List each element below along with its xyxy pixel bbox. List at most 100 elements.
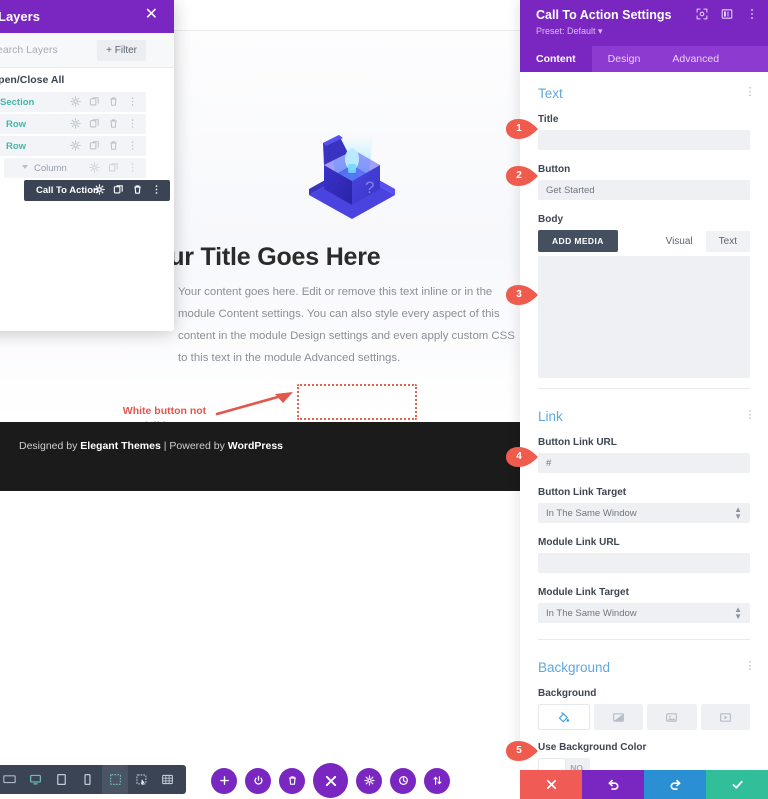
trash-icon[interactable] bbox=[108, 95, 119, 108]
power-icon[interactable] bbox=[245, 767, 271, 794]
button-link-url-label: Button Link URL bbox=[538, 437, 617, 448]
gear-icon[interactable] bbox=[89, 161, 100, 174]
more-vertical-icon[interactable] bbox=[127, 95, 138, 108]
zoom-out-icon[interactable] bbox=[128, 765, 154, 794]
more-vertical-icon[interactable] bbox=[127, 117, 138, 130]
add-icon[interactable] bbox=[211, 767, 237, 794]
duplicate-icon[interactable] bbox=[89, 95, 100, 108]
toggle-value-label: NO bbox=[570, 763, 583, 770]
footer-brand-wordpress[interactable]: WordPress bbox=[228, 440, 283, 452]
trash-icon[interactable] bbox=[132, 183, 143, 196]
background-tab-video[interactable] bbox=[700, 704, 750, 730]
gradient-icon bbox=[612, 712, 624, 722]
footer-brand-elegant-themes[interactable]: Elegant Themes bbox=[80, 440, 161, 452]
use-background-color-toggle[interactable]: NO bbox=[538, 758, 590, 770]
save-button[interactable] bbox=[706, 770, 768, 799]
layers-panel-header: Layers ✕ bbox=[0, 0, 174, 33]
tab-design[interactable]: Design bbox=[592, 46, 657, 72]
desktop-wide-icon[interactable] bbox=[0, 765, 22, 794]
more-vertical-icon[interactable]: ⋮ bbox=[745, 410, 757, 421]
layer-row-row-2[interactable]: Row bbox=[0, 136, 146, 156]
responsive-view-icon[interactable] bbox=[696, 8, 708, 20]
editor-tab-visual[interactable]: Visual bbox=[652, 230, 706, 252]
close-icon[interactable]: ✕ bbox=[145, 7, 158, 23]
more-vertical-icon[interactable] bbox=[127, 161, 138, 174]
editor-tab-text[interactable]: Text bbox=[705, 230, 750, 252]
redo-button[interactable] bbox=[644, 770, 706, 799]
tab-content[interactable]: Content bbox=[520, 46, 592, 72]
layer-row-actions bbox=[94, 183, 162, 196]
button-link-url-input[interactable]: # bbox=[538, 453, 750, 473]
module-link-target-select[interactable]: In The Same Window ▲ ▼ bbox=[538, 603, 750, 623]
close-icon[interactable] bbox=[313, 763, 348, 798]
layer-row-row-1[interactable]: Row bbox=[0, 114, 146, 134]
layer-row-call-to-action[interactable]: Call To Action bbox=[24, 180, 170, 201]
site-footer: Designed by Elegant Themes | Powered by … bbox=[0, 422, 520, 491]
tab-advanced[interactable]: Advanced bbox=[656, 46, 735, 72]
body-textarea[interactable] bbox=[538, 256, 750, 378]
background-tab-image[interactable] bbox=[647, 704, 697, 730]
layer-row-column[interactable]: Column bbox=[4, 158, 146, 178]
tablet-icon[interactable] bbox=[48, 765, 74, 794]
settings-icon[interactable] bbox=[356, 767, 382, 794]
layer-row-section[interactable]: Section bbox=[0, 92, 146, 112]
group-text: Text ⋮ Title Button Get Started Body ADD… bbox=[520, 72, 768, 395]
open-box-illustration: ? bbox=[293, 123, 411, 228]
duplicate-icon[interactable] bbox=[108, 161, 119, 174]
redo-icon bbox=[670, 779, 681, 790]
duplicate-icon[interactable] bbox=[113, 183, 124, 196]
callout-number: 1 bbox=[516, 123, 522, 134]
open-close-all-toggle[interactable]: Open/Close All bbox=[0, 74, 64, 86]
button-text-input[interactable]: Get Started bbox=[538, 180, 750, 200]
portability-icon[interactable] bbox=[424, 767, 450, 794]
invisible-white-button-placeholder[interactable] bbox=[297, 384, 417, 420]
settings-preset[interactable]: Preset: Default ▾ bbox=[536, 26, 603, 37]
background-tab-gradient[interactable] bbox=[593, 704, 643, 730]
duplicate-icon[interactable] bbox=[89, 139, 100, 152]
cta-body-text: Your content goes here. Edit or remove t… bbox=[178, 286, 515, 364]
discard-button[interactable] bbox=[520, 770, 582, 799]
button-field-label: Button bbox=[538, 164, 571, 175]
more-vertical-icon[interactable] bbox=[746, 8, 758, 20]
callout-badge-1: 1 bbox=[505, 118, 539, 140]
title-input[interactable] bbox=[538, 130, 750, 150]
trash-icon[interactable] bbox=[108, 139, 119, 152]
more-vertical-icon[interactable] bbox=[127, 139, 138, 152]
background-tab-color[interactable] bbox=[538, 704, 590, 730]
callout-badge-5: 5 bbox=[505, 740, 539, 762]
wireframe-icon[interactable] bbox=[102, 765, 128, 794]
duplicate-icon[interactable] bbox=[89, 117, 100, 130]
gear-icon[interactable] bbox=[70, 139, 81, 152]
layer-label: Call To Action bbox=[36, 185, 99, 196]
desktop-icon[interactable] bbox=[22, 765, 48, 794]
settings-title: Call To Action Settings bbox=[536, 8, 672, 22]
undo-button[interactable] bbox=[582, 770, 644, 799]
gear-icon[interactable] bbox=[70, 95, 81, 108]
more-vertical-icon[interactable] bbox=[151, 183, 162, 196]
layout-columns-icon[interactable] bbox=[721, 8, 733, 20]
svg-text:?: ? bbox=[365, 178, 374, 197]
button-link-target-select[interactable]: In The Same Window ▲ ▼ bbox=[538, 503, 750, 523]
chevron-updown-icon: ▲ ▼ bbox=[734, 605, 742, 621]
gear-icon[interactable] bbox=[70, 117, 81, 130]
settings-scroll-area[interactable]: Text ⋮ Title Button Get Started Body ADD… bbox=[520, 72, 768, 770]
trash-icon[interactable] bbox=[108, 117, 119, 130]
module-link-url-input[interactable] bbox=[538, 553, 750, 573]
trash-icon[interactable] bbox=[279, 767, 305, 794]
callout-badge-2: 2 bbox=[505, 165, 539, 187]
group-text-heading: Text bbox=[538, 86, 563, 101]
undo-icon bbox=[607, 779, 618, 790]
more-vertical-icon[interactable]: ⋮ bbox=[745, 87, 757, 98]
search-layers-input[interactable]: Search Layers bbox=[0, 44, 58, 56]
filter-button[interactable]: + Filter bbox=[97, 40, 146, 61]
add-media-button[interactable]: ADD MEDIA bbox=[538, 230, 618, 252]
grid-icon[interactable] bbox=[154, 765, 180, 794]
group-link: Link ⋮ Button Link URL # Button Link Tar… bbox=[520, 395, 768, 646]
history-icon[interactable] bbox=[390, 767, 416, 794]
chevron-down-icon[interactable] bbox=[22, 165, 28, 169]
callout-badge-3: 3 bbox=[505, 284, 539, 306]
more-vertical-icon[interactable]: ⋮ bbox=[745, 661, 757, 672]
gear-icon[interactable] bbox=[94, 183, 105, 196]
color-fill-icon bbox=[559, 711, 570, 722]
footer-credit: Designed by Elegant Themes | Powered by … bbox=[19, 440, 283, 452]
